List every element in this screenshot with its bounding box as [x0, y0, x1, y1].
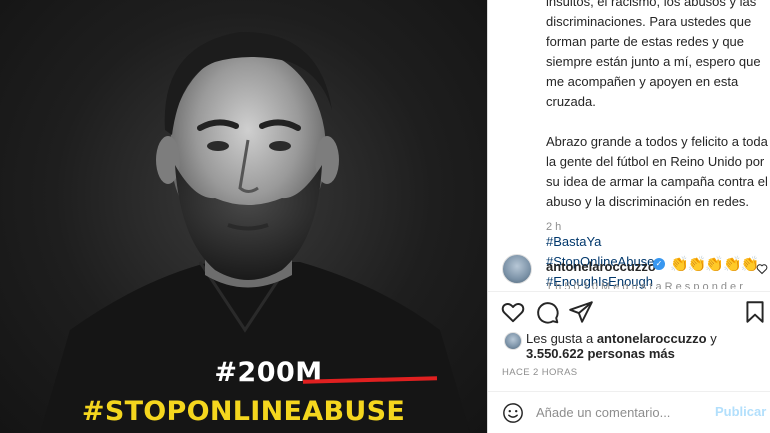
comment-meta: 1 h 5 0 1 0 M e g u s t a R e s p o n d … — [546, 281, 743, 289]
bookmark-icon[interactable] — [742, 299, 768, 325]
comment-input[interactable] — [536, 401, 706, 423]
post-sidebar: insultos, el racismo, los abusos y las d… — [487, 0, 770, 433]
post-timestamp[interactable]: HACE 2 HORAS — [502, 367, 578, 378]
avatar[interactable] — [504, 332, 522, 350]
comment-text: 👏👏👏👏👏 — [670, 256, 759, 273]
divider — [488, 291, 770, 292]
post-image[interactable]: #200M #STOPONLINEABUSE — [0, 0, 487, 433]
heart-icon[interactable] — [500, 299, 526, 325]
likes-line: Les gusta a antonelaroccuzzo y — [526, 331, 717, 346]
caption-time: 2 h — [546, 221, 562, 233]
smiley-icon[interactable] — [502, 402, 524, 424]
likes-count[interactable]: 3.550.622 personas más — [526, 346, 675, 361]
likes-username[interactable]: antonelaroccuzzo — [597, 331, 707, 346]
verified-icon: ✓ — [653, 258, 665, 270]
post-actions — [488, 297, 770, 327]
avatar[interactable] — [502, 254, 532, 284]
add-comment-bar: Publicar — [488, 391, 770, 433]
crossed-out-hashtag: #200M — [214, 357, 323, 388]
caption-paragraph-1: insultos, el racismo, los abusos y las d… — [546, 0, 761, 109]
publish-button[interactable]: Publicar — [715, 404, 766, 419]
post-caption: insultos, el racismo, los abusos y las d… — [546, 0, 768, 292]
share-icon[interactable] — [568, 299, 594, 325]
comment-icon[interactable] — [534, 299, 560, 325]
caption-paragraph-2: Abrazo grande a todos y felicito a toda … — [546, 134, 768, 209]
comment-like-icon[interactable] — [756, 263, 768, 275]
hashtag-link-bastaya[interactable]: #BastaYa — [546, 232, 768, 252]
campaign-hashtag: #STOPONLINEABUSE — [81, 396, 406, 427]
likes-summary: Les gusta a antonelaroccuzzo y 3.550.622… — [502, 331, 764, 363]
comment-username[interactable]: antonelaroccuzzo — [546, 259, 656, 274]
